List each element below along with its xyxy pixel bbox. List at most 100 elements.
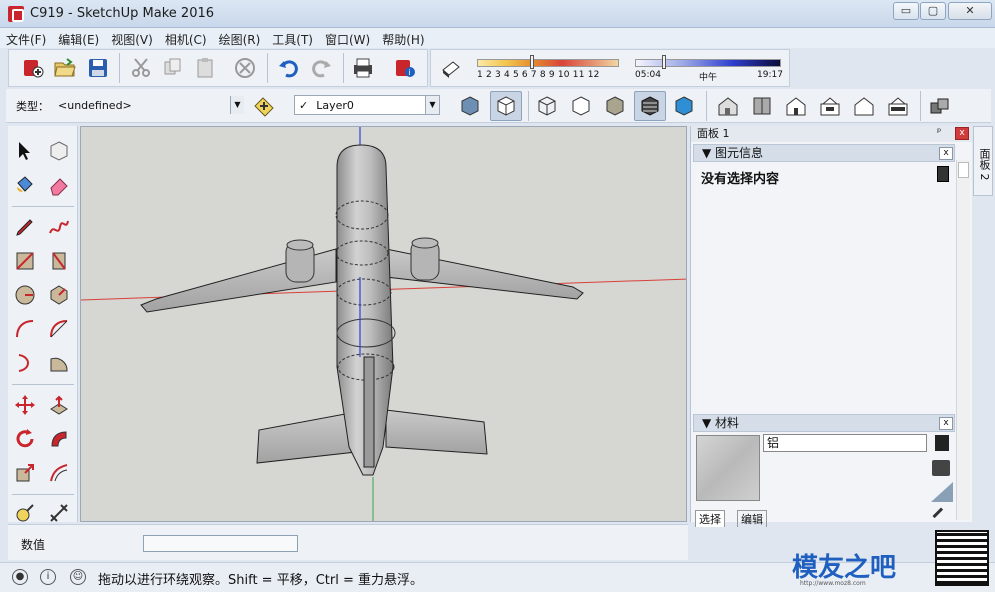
time-slider-handle[interactable] bbox=[662, 55, 666, 69]
entity-toolbar: 类型： <undefined> ▼ ✓ Layer0 ▼ bbox=[6, 89, 991, 123]
rectangle-icon[interactable] bbox=[10, 246, 40, 276]
eraser-icon[interactable] bbox=[44, 170, 74, 200]
print-icon[interactable] bbox=[349, 54, 377, 82]
arc-icon[interactable] bbox=[10, 314, 40, 344]
copy-icon[interactable] bbox=[159, 54, 187, 82]
paint-bucket-icon[interactable] bbox=[10, 170, 40, 200]
sample-paint-icon[interactable] bbox=[932, 460, 950, 476]
collapse-triangle-icon: ▼ bbox=[702, 146, 716, 160]
wireframe-icon[interactable] bbox=[533, 92, 561, 120]
save-icon[interactable] bbox=[84, 54, 112, 82]
left-view-icon[interactable] bbox=[884, 92, 912, 120]
tray-scrollbar[interactable] bbox=[956, 160, 970, 520]
eyedropper-icon[interactable] bbox=[932, 507, 950, 525]
materials-close-icon[interactable]: x bbox=[939, 417, 953, 430]
chevron-down-icon[interactable]: ▼ bbox=[425, 96, 439, 114]
tray-2-tab[interactable]: 面板 2 bbox=[973, 126, 993, 196]
menu-view[interactable]: 视图(V) bbox=[105, 28, 159, 48]
time-end: 19:17 bbox=[757, 70, 783, 80]
month-slider[interactable] bbox=[477, 59, 619, 67]
hidden-line-icon[interactable] bbox=[567, 92, 595, 120]
open-folder-icon[interactable] bbox=[51, 54, 79, 82]
move-icon[interactable] bbox=[10, 390, 40, 420]
month-slider-handle[interactable] bbox=[530, 55, 534, 69]
right-view-icon[interactable] bbox=[816, 92, 844, 120]
circle-icon[interactable] bbox=[10, 280, 40, 310]
menu-draw[interactable]: 绘图(R) bbox=[213, 28, 267, 48]
undo-icon[interactable] bbox=[275, 54, 303, 82]
material-swatch[interactable] bbox=[696, 435, 760, 501]
time-slider[interactable] bbox=[635, 59, 781, 67]
shadow-toggle-icon[interactable] bbox=[437, 54, 465, 82]
material-name-field[interactable]: 铝 bbox=[763, 434, 927, 452]
rotated-rectangle-icon[interactable] bbox=[44, 246, 74, 276]
follow-me-icon[interactable] bbox=[44, 424, 74, 454]
select-arrow-icon[interactable] bbox=[10, 136, 40, 166]
user-icon[interactable]: ☺ bbox=[70, 569, 86, 585]
components-icon[interactable] bbox=[926, 92, 954, 120]
rotate-icon[interactable] bbox=[10, 424, 40, 454]
make-component-icon[interactable] bbox=[44, 136, 74, 166]
minimize-button[interactable]: ▭ bbox=[893, 2, 919, 20]
month-labels: 1 2 3 4 5 6 7 8 9 10 11 12 bbox=[477, 70, 600, 80]
status-text: 拖动以进行环绕观察。Shift = 平移，Ctrl = 重力悬浮。 bbox=[98, 573, 423, 588]
details-toggle-icon[interactable] bbox=[937, 166, 949, 182]
credits-icon[interactable]: i bbox=[40, 569, 56, 585]
push-pull-icon[interactable] bbox=[44, 390, 74, 420]
time-start: 05:04 bbox=[635, 70, 661, 80]
scale-icon[interactable] bbox=[10, 458, 40, 488]
line-pencil-icon[interactable] bbox=[10, 212, 40, 242]
model-info-icon[interactable]: i bbox=[391, 54, 419, 82]
menu-edit[interactable]: 编辑(E) bbox=[52, 28, 105, 48]
iso-view-icon[interactable] bbox=[714, 92, 742, 120]
model-viewport[interactable] bbox=[80, 126, 687, 522]
back-edges-icon[interactable] bbox=[490, 91, 522, 121]
scroll-thumb[interactable] bbox=[958, 162, 969, 178]
top-view-icon[interactable] bbox=[748, 92, 776, 120]
materials-header[interactable]: ▼ 材料 bbox=[693, 414, 955, 432]
back-view-icon[interactable] bbox=[850, 92, 878, 120]
measurements-label: 数值 bbox=[21, 538, 46, 552]
three-point-arc-icon[interactable] bbox=[10, 348, 40, 378]
redo-icon[interactable] bbox=[307, 54, 335, 82]
entity-info-close-icon[interactable]: x bbox=[939, 147, 953, 160]
pin-icon[interactable]: ᵖ bbox=[937, 127, 941, 138]
tray-title-text: 面板 1 bbox=[697, 127, 730, 140]
menu-help[interactable]: 帮助(H) bbox=[376, 28, 430, 48]
pie-icon[interactable] bbox=[44, 348, 74, 378]
menu-tools[interactable]: 工具(T) bbox=[266, 28, 319, 48]
menu-camera[interactable]: 相机(C) bbox=[159, 28, 213, 48]
shaded-textures-icon[interactable] bbox=[634, 91, 666, 121]
new-model-icon[interactable] bbox=[19, 54, 47, 82]
monochrome-icon[interactable] bbox=[670, 92, 698, 120]
display-secondary-icon[interactable] bbox=[931, 482, 953, 502]
close-button[interactable]: ✕ bbox=[948, 2, 992, 20]
create-material-icon[interactable] bbox=[935, 435, 949, 451]
maximize-button[interactable]: ▢ bbox=[920, 2, 946, 20]
offset-icon[interactable] bbox=[44, 458, 74, 488]
shaded-icon[interactable] bbox=[601, 92, 629, 120]
polygon-icon[interactable] bbox=[44, 280, 74, 310]
type-value: <undefined> bbox=[58, 98, 132, 112]
paste-icon[interactable] bbox=[191, 54, 219, 82]
tab-edit[interactable]: 编辑 bbox=[737, 510, 767, 527]
erase-icon[interactable] bbox=[231, 54, 259, 82]
xray-style-icon[interactable] bbox=[456, 92, 484, 120]
menu-file[interactable]: 文件(F) bbox=[0, 28, 52, 48]
measurements-input[interactable] bbox=[143, 535, 298, 552]
layer-select[interactable]: ✓ Layer0 ▼ bbox=[294, 95, 440, 115]
front-view-icon[interactable] bbox=[782, 92, 810, 120]
menu-window[interactable]: 窗口(W) bbox=[319, 28, 376, 48]
entity-info-header[interactable]: ▼ 图元信息 bbox=[693, 144, 955, 162]
chevron-down-icon[interactable]: ▼ bbox=[230, 96, 244, 114]
two-point-arc-icon[interactable] bbox=[44, 314, 74, 344]
status-bar: ● i ☺ 拖动以进行环绕观察。Shift = 平移，Ctrl = 重力悬浮。 … bbox=[0, 530, 995, 592]
type-select[interactable]: <undefined> ▼ bbox=[54, 95, 244, 115]
cut-icon[interactable] bbox=[127, 54, 155, 82]
freehand-icon[interactable] bbox=[44, 212, 74, 242]
geo-location-icon[interactable]: ● bbox=[12, 569, 28, 585]
component-edit-icon[interactable] bbox=[250, 92, 278, 120]
tab-select[interactable]: 选择 bbox=[695, 510, 725, 527]
tray-close-icon[interactable]: x bbox=[955, 127, 969, 140]
type-label: 类型： bbox=[16, 100, 49, 113]
